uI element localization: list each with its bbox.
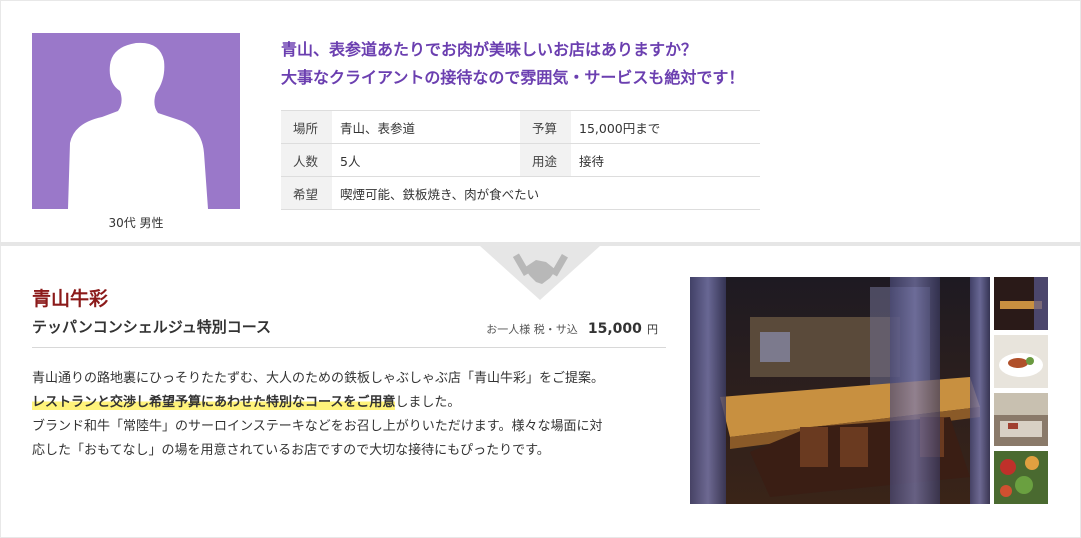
table-row: 場所 青山、表参道 予算 15,000円まで xyxy=(281,110,760,144)
label-location: 場所 xyxy=(281,110,332,144)
proposal-description: 青山通りの路地裏にひっそりたたずむ、大人のための鉄板しゃぶしゃぶ店「青山牛彩」を… xyxy=(32,367,672,463)
label-wish: 希望 xyxy=(281,176,332,210)
photo-thumbnails xyxy=(994,277,1048,509)
shop-name: 青山牛彩 xyxy=(32,288,109,310)
label-people: 人数 xyxy=(281,143,332,177)
label-budget: 予算 xyxy=(520,110,571,144)
desc-line: ブランド和牛「常陸牛」のサーロインステーキなどをお召し上がりいただけます。様々な… xyxy=(32,419,603,434)
price: お一人様 税・サ込 15,000 円 xyxy=(486,318,658,337)
value-purpose: 接待 xyxy=(571,143,760,177)
desc-line: レストランと交渉し希望予算にあわせた特別なコースをご用意しました。 xyxy=(32,391,672,415)
avatar-caption: 30代 男性 xyxy=(108,216,164,230)
question-line: 大事なクライアントの接待なので雰囲気・サービスも絶対です！ xyxy=(281,68,745,87)
avatar xyxy=(32,33,240,209)
course-name: テッパンコンシェルジュ特別コース xyxy=(32,318,271,336)
value-budget: 15,000円まで xyxy=(571,110,760,144)
value-people: 5人 xyxy=(332,143,520,177)
thumbnail-table[interactable] xyxy=(994,393,1048,446)
request-conditions-table: 場所 青山、表参道 予算 15,000円まで 人数 5人 用途 接待 希望 喫煙… xyxy=(281,110,760,210)
question-text: 青山、表参道あたりでお肉が美味しいお店はありますか？ 大事なクライアントの接待な… xyxy=(281,36,744,92)
price-value: 15,000 xyxy=(587,321,642,337)
table-row: 人数 5人 用途 接待 xyxy=(281,143,760,177)
desc-text: しました。 xyxy=(395,395,461,410)
thumbnail-vegetables[interactable] xyxy=(994,451,1048,504)
desc-line: 応した「おもてなし」の場を用意されているお店ですので大切な接待にもぴったりです。 xyxy=(32,443,550,458)
value-wish: 喫煙可能、鉄板焼き、肉が食べたい xyxy=(332,176,760,210)
table-row: 希望 喫煙可能、鉄板焼き、肉が食べたい xyxy=(281,176,760,210)
highlight-text: レストランと交渉し希望予算にあわせた特別なコースをご用意 xyxy=(32,395,396,410)
handshake-badge xyxy=(480,246,600,300)
price-label: お一人様 税・サ込 xyxy=(486,323,578,336)
thumbnail-interior[interactable] xyxy=(994,277,1048,330)
desc-line: 青山通りの路地裏にひっそりたたずむ、大人のための鉄板しゃぶしゃぶ店「青山牛彩」を… xyxy=(32,371,605,386)
price-unit: 円 xyxy=(647,323,658,336)
divider-line xyxy=(32,347,666,348)
person-silhouette-icon xyxy=(68,42,208,209)
value-location: 青山、表参道 xyxy=(332,110,520,144)
thumbnail-dish[interactable] xyxy=(994,335,1048,388)
question-line: 青山、表参道あたりでお肉が美味しいお店はありますか？ xyxy=(281,40,698,59)
restaurant-main-photo xyxy=(690,277,990,504)
label-purpose: 用途 xyxy=(520,143,571,177)
